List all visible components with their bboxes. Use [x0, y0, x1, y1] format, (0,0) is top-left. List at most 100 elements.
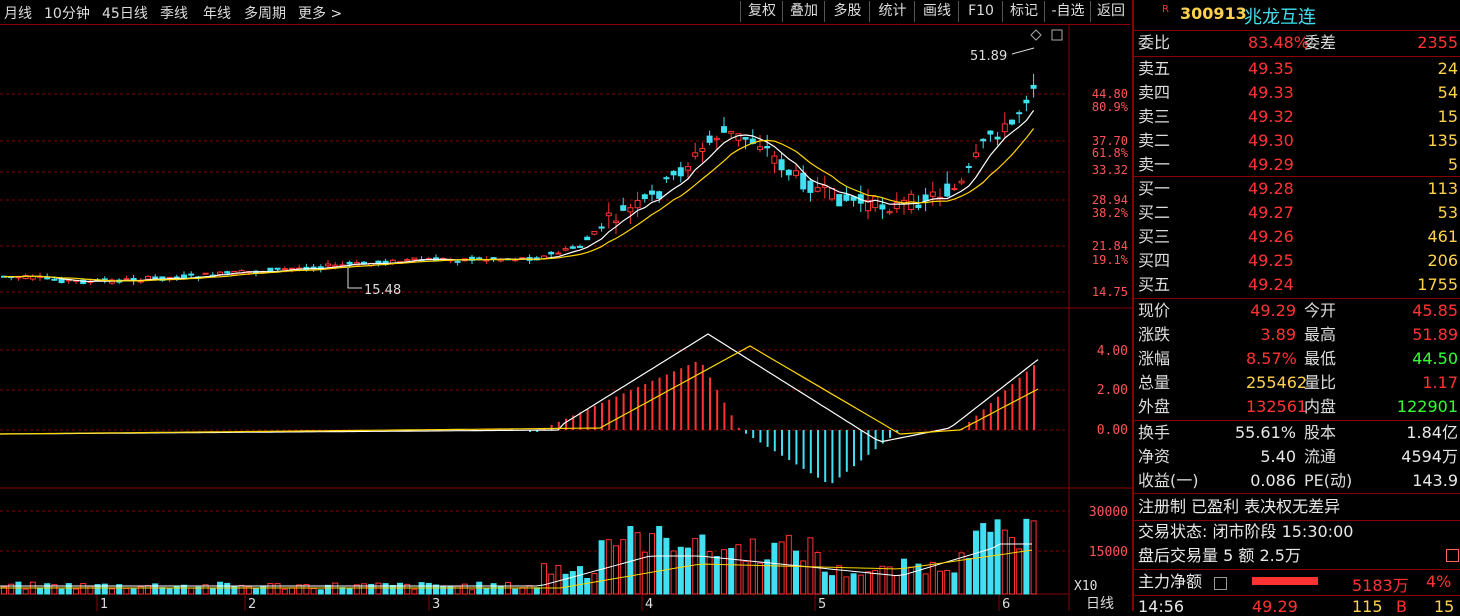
level-volume: 113 — [1427, 179, 1458, 198]
period-year[interactable]: 年线 — [203, 3, 231, 23]
quote-label: 外盘 — [1138, 397, 1171, 416]
quote-value: 255462 — [1246, 373, 1308, 392]
volume-bar — [1009, 537, 1015, 595]
quote-label: 涨跌 — [1138, 325, 1171, 344]
btn-fuquan[interactable]: 复权 — [740, 1, 783, 22]
quote-row: 外盘 132561 内盘 122901 — [1138, 395, 1458, 419]
period-45day[interactable]: 45日线 — [102, 3, 148, 23]
tick-num: 15 — [1434, 597, 1455, 616]
macd-axis-label: 4.00 — [1097, 344, 1128, 359]
candle-body — [807, 180, 814, 193]
btn-fanhui[interactable]: 返回 — [1090, 1, 1131, 22]
chevron-right-icon: > — [330, 6, 343, 22]
price-axis-label: 80.9% — [1092, 100, 1129, 114]
volume-bar — [857, 574, 864, 595]
volume-bar — [541, 563, 547, 595]
candle-body — [692, 152, 699, 157]
candle-body — [217, 271, 223, 275]
after-hours: 盘后交易量 5 额 2.5万 — [1138, 546, 1301, 565]
level-volume: 5 — [1447, 155, 1458, 174]
finance-row: 净资 5.40 流通 4594万 — [1138, 445, 1458, 469]
bid-row: 买一 49.28 113 — [1138, 177, 1458, 201]
btn-duogu[interactable]: 多股 — [824, 1, 870, 22]
kline-chart[interactable]: 44.8080.9%37.7061.8%33.3228.9438.2%21.84… — [0, 24, 1132, 611]
candle-body — [973, 152, 979, 158]
candle-body — [1023, 99, 1030, 104]
btn-tongji[interactable]: 统计 — [869, 1, 915, 22]
macd-panel — [0, 333, 1039, 484]
candle-body — [224, 271, 231, 274]
candlestick-series — [1, 73, 1037, 286]
candle-body — [555, 252, 562, 255]
volume-bar — [677, 546, 684, 595]
btn-zixuan[interactable]: -自选 — [1044, 1, 1091, 22]
weibi-row: 委比 83.48% 委差 2355 — [1138, 31, 1458, 55]
period-multi[interactable]: 多周期 — [244, 3, 286, 23]
candle-body — [785, 169, 792, 176]
volume-bar — [1001, 529, 1008, 595]
finance-label: 换手 — [1138, 423, 1171, 442]
candle-body — [793, 170, 799, 176]
period-more[interactable]: 更多 > — [298, 3, 342, 23]
level-volume: 135 — [1427, 131, 1458, 150]
period-month[interactable]: 月线 — [4, 3, 32, 23]
registration-badge: R — [1162, 4, 1169, 15]
candle-body — [454, 260, 461, 263]
volume-bar — [267, 583, 274, 595]
btn-diejia[interactable]: 叠加 — [782, 1, 825, 22]
weicha-value: 2355 — [1417, 33, 1458, 52]
volume-bar — [821, 571, 828, 595]
volume-bar — [973, 530, 979, 595]
level-price: 49.28 — [1248, 179, 1294, 198]
candle-body — [987, 130, 994, 135]
volume-bar — [188, 587, 195, 595]
volume-bar — [965, 558, 972, 595]
price-axis-label: 44.80 — [1092, 87, 1128, 101]
finance-label2: 流通 — [1304, 447, 1337, 466]
volume-bar — [375, 582, 382, 595]
volume-bar — [829, 575, 835, 595]
candle-body — [663, 177, 670, 180]
month-label: 2 — [248, 597, 256, 611]
candle-body — [620, 205, 627, 211]
level-volume: 53 — [1437, 203, 1458, 222]
candle-body — [1001, 123, 1008, 133]
candle-body — [51, 278, 58, 281]
volume-bar — [37, 587, 43, 595]
quote-value: 8.57% — [1246, 349, 1297, 368]
candle-body — [721, 126, 727, 133]
finance-label2: 股本 — [1304, 423, 1337, 442]
candle-body — [613, 220, 619, 224]
btn-huaxian[interactable]: 画线 — [914, 1, 959, 22]
candle-body — [310, 266, 317, 269]
volume-bar — [771, 542, 778, 595]
volume-panel — [0, 518, 1037, 595]
tick-side: B — [1396, 597, 1407, 616]
period-quarter[interactable]: 季线 — [160, 3, 188, 23]
candle-body — [843, 194, 850, 201]
candle-body — [670, 170, 677, 176]
period-10min[interactable]: 10分钟 — [44, 3, 90, 23]
level-label: 卖三 — [1138, 107, 1171, 126]
volume-bar — [1030, 520, 1037, 595]
candle-body — [289, 267, 295, 270]
btn-f10[interactable]: F10 — [958, 1, 1003, 22]
volume-bar — [73, 588, 79, 595]
btn-biaoji[interactable]: 标记 — [1002, 1, 1045, 22]
finance-value: 0.086 — [1250, 471, 1296, 490]
quote-label: 现价 — [1138, 301, 1171, 320]
tick-vol: 115 — [1352, 597, 1383, 616]
list-icon[interactable] — [1214, 577, 1227, 590]
expand-icon[interactable] — [1446, 549, 1459, 562]
bid-row: 买三 49.26 461 — [1138, 225, 1458, 249]
level-price: 49.33 — [1248, 83, 1294, 102]
volume-bar — [865, 571, 871, 595]
volume-bar — [944, 569, 951, 595]
candle-body — [706, 135, 713, 143]
volume-bar — [346, 588, 353, 595]
volume-bar — [987, 531, 994, 595]
level-label: 买一 — [1138, 179, 1171, 198]
volume-bar — [490, 583, 497, 595]
candle-body — [634, 199, 641, 209]
quote-value2: 45.85 — [1412, 301, 1458, 320]
